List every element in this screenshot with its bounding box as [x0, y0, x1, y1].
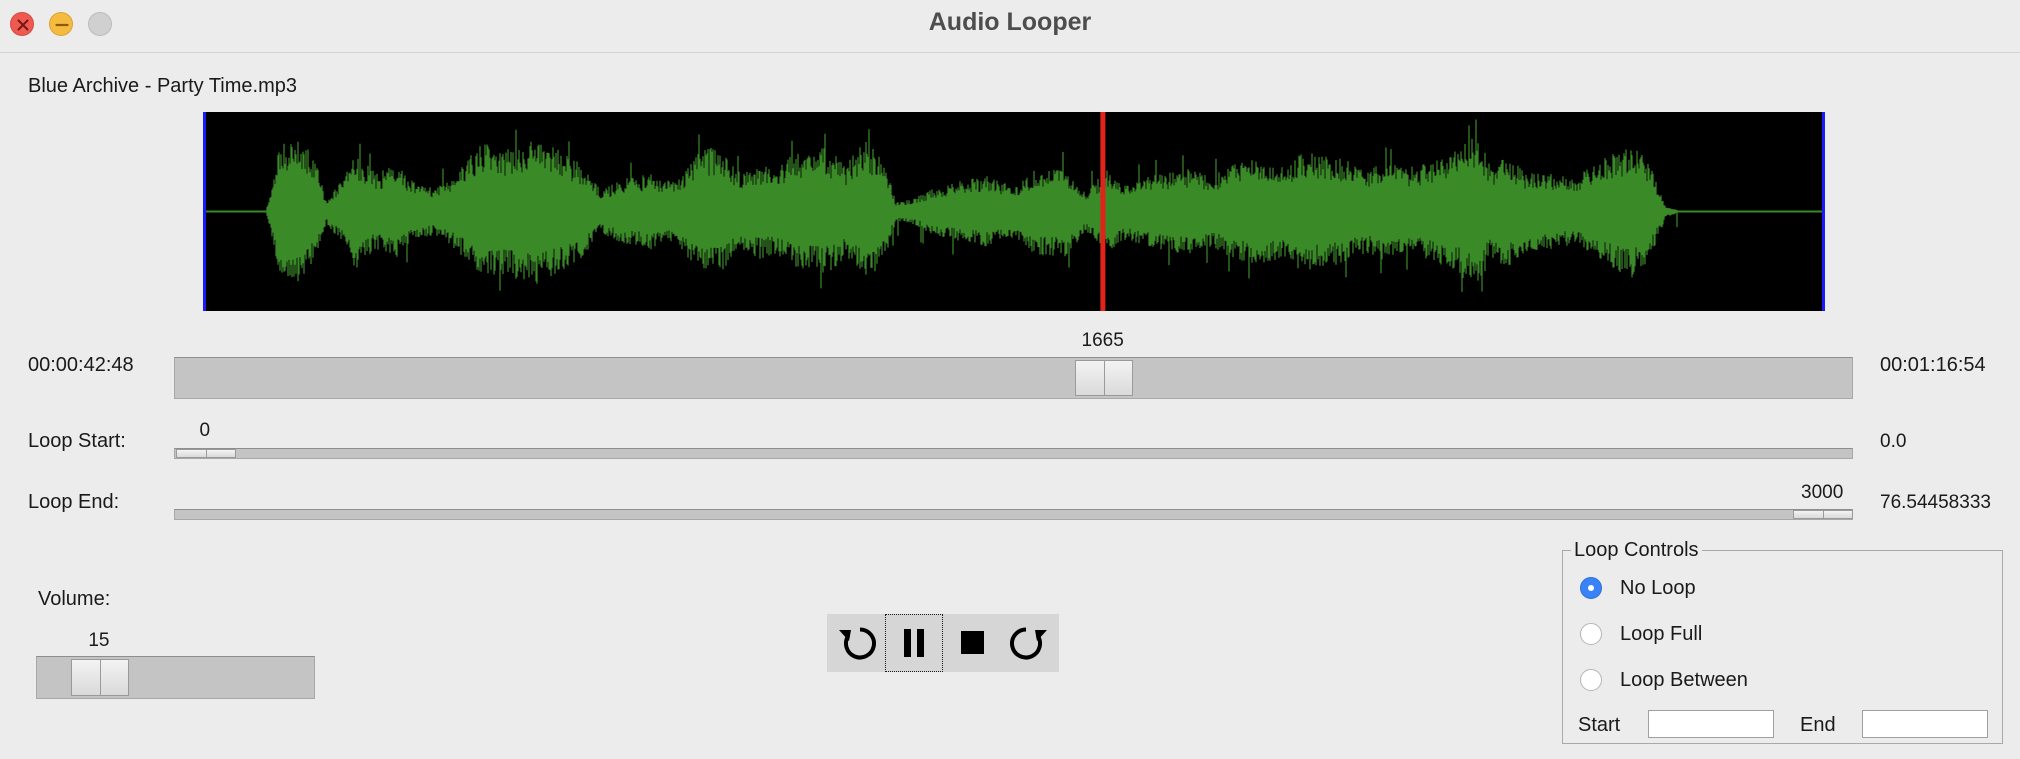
pause-icon — [904, 629, 924, 657]
position-value: 1665 — [1081, 330, 1124, 351]
loop-start-field-label: Start — [1578, 714, 1621, 736]
loop-end-input[interactable] — [1862, 710, 1988, 738]
forward-button[interactable] — [1001, 614, 1059, 672]
loop-full-radio[interactable] — [1580, 623, 1602, 645]
loop-end-field-label: End — [1800, 714, 1836, 736]
file-name-label: Blue Archive - Party Time.mp3 — [28, 75, 297, 97]
volume-value: 15 — [88, 630, 110, 651]
loop-full-label[interactable]: Loop Full — [1620, 623, 1702, 646]
rewind-button[interactable] — [827, 614, 885, 672]
loop-start-seconds: 0.0 — [1880, 431, 1907, 452]
transport-controls — [827, 614, 1059, 672]
waveform-audio — [266, 119, 1681, 292]
playhead-marker[interactable] — [1100, 112, 1106, 311]
volume-slider[interactable] — [36, 656, 315, 699]
no-loop-radio[interactable] — [1580, 577, 1602, 599]
volume-label: Volume: — [38, 588, 111, 610]
position-slider-thumb[interactable] — [1074, 360, 1133, 396]
stop-icon — [961, 631, 984, 654]
loop-between-label[interactable]: Loop Between — [1620, 669, 1748, 692]
forward-icon — [1010, 627, 1047, 660]
loop-start-value: 0 — [199, 420, 211, 441]
loop-end-value: 3000 — [1801, 482, 1844, 503]
waveform-graphic — [206, 112, 1822, 311]
loop-end-slider-thumb[interactable] — [1793, 510, 1853, 519]
loop-controls-title: Loop Controls — [1571, 539, 1702, 562]
rewind-icon — [839, 627, 876, 660]
window-title: Audio Looper — [928, 8, 1092, 36]
title-bar: Audio Looper — [0, 0, 2020, 53]
pause-button[interactable] — [885, 614, 943, 672]
stop-button[interactable] — [943, 614, 1001, 672]
waveform-display[interactable] — [203, 112, 1825, 311]
volume-slider-thumb[interactable] — [70, 659, 129, 696]
loop-start-input[interactable] — [1648, 710, 1774, 738]
audio-looper-window: Audio Looper Blue Archive - Party Time.m… — [0, 0, 2020, 759]
no-loop-label[interactable]: No Loop — [1620, 577, 1696, 600]
current-time: 00:00:42:48 — [28, 354, 134, 376]
position-slider[interactable] — [174, 357, 1853, 399]
loop-start-slider-thumb[interactable] — [176, 449, 236, 458]
loop-start-slider[interactable] — [174, 448, 1853, 459]
total-time: 00:01:16:54 — [1880, 354, 1986, 376]
loop-end-seconds: 76.54458333 — [1880, 492, 1991, 513]
loop-between-radio[interactable] — [1580, 669, 1602, 691]
loop-start-label: Loop Start: — [28, 430, 126, 452]
loop-end-slider[interactable] — [174, 509, 1853, 520]
loop-end-label: Loop End: — [28, 491, 120, 513]
